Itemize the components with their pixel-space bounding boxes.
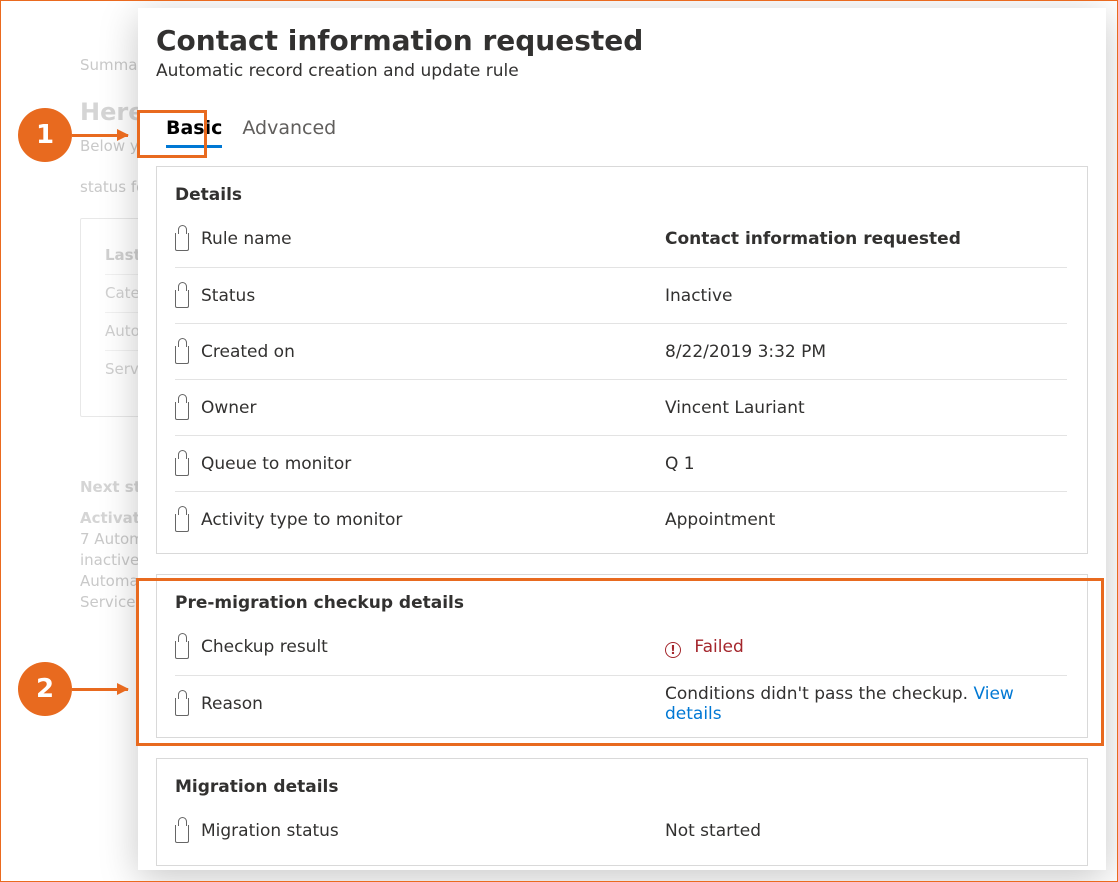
- panel-subtitle: Automatic record creation and update rul…: [156, 61, 1088, 81]
- lock-icon: [175, 458, 189, 476]
- callout-arrow-2: [72, 688, 128, 691]
- value-rule-name: Contact information requested: [665, 229, 1067, 249]
- row-queue: Queue to monitor Q 1: [175, 435, 1067, 491]
- value-checkup-result: ! Failed: [665, 637, 1067, 658]
- label-checkup-result: Checkup result: [201, 637, 328, 657]
- value-owner: Vincent Lauriant: [665, 398, 1067, 418]
- lock-icon: [175, 290, 189, 308]
- details-section: Details Rule name Contact information re…: [156, 166, 1088, 554]
- panel-tabs: Basic Advanced: [156, 117, 1088, 148]
- tab-basic[interactable]: Basic: [166, 117, 222, 148]
- label-activity-type: Activity type to monitor: [201, 510, 402, 530]
- row-status: Status Inactive: [175, 267, 1067, 323]
- value-reason: Conditions didn't pass the checkup. View…: [665, 684, 1067, 724]
- lock-icon: [175, 825, 189, 843]
- error-icon: !: [665, 642, 681, 658]
- row-reason: Reason Conditions didn't pass the checku…: [175, 675, 1067, 731]
- value-activity-type: Appointment: [665, 510, 1067, 530]
- lock-icon: [175, 514, 189, 532]
- row-activity-type: Activity type to monitor Appointment: [175, 491, 1067, 547]
- lock-icon: [175, 402, 189, 420]
- label-rule-name: Rule name: [201, 229, 292, 249]
- label-owner: Owner: [201, 398, 257, 418]
- reason-text: Conditions didn't pass the checkup.: [665, 684, 973, 704]
- label-queue: Queue to monitor: [201, 454, 351, 474]
- lock-icon: [175, 698, 189, 716]
- value-migration-status: Not started: [665, 821, 1067, 841]
- premigration-heading: Pre-migration checkup details: [175, 593, 1067, 613]
- migration-heading: Migration details: [175, 777, 1067, 797]
- value-created-on: 8/22/2019 3:32 PM: [665, 342, 1067, 362]
- callout-circle-1: 1: [18, 108, 72, 162]
- label-status: Status: [201, 286, 255, 306]
- lock-icon: [175, 346, 189, 364]
- row-checkup-result: Checkup result ! Failed: [175, 619, 1067, 675]
- row-migration-status: Migration status Not started: [175, 803, 1067, 859]
- details-heading: Details: [175, 185, 1067, 205]
- label-reason: Reason: [201, 694, 263, 714]
- migration-section: Migration details Migration status Not s…: [156, 758, 1088, 866]
- row-created-on: Created on 8/22/2019 3:32 PM: [175, 323, 1067, 379]
- label-migration-status: Migration status: [201, 821, 339, 841]
- checkup-result-text: Failed: [694, 637, 743, 657]
- lock-icon: [175, 233, 189, 251]
- row-owner: Owner Vincent Lauriant: [175, 379, 1067, 435]
- panel-title: Contact information requested: [156, 24, 1088, 57]
- callout-circle-2: 2: [18, 662, 72, 716]
- tab-advanced[interactable]: Advanced: [242, 117, 336, 148]
- premigration-section: Pre-migration checkup details Checkup re…: [156, 574, 1088, 738]
- lock-icon: [175, 641, 189, 659]
- value-queue: Q 1: [665, 454, 1067, 474]
- side-panel: Contact information requested Automatic …: [138, 8, 1106, 870]
- row-rule-name: Rule name Contact information requested: [175, 211, 1067, 267]
- label-created-on: Created on: [201, 342, 295, 362]
- value-status: Inactive: [665, 286, 1067, 306]
- callout-arrow-1: [72, 134, 128, 137]
